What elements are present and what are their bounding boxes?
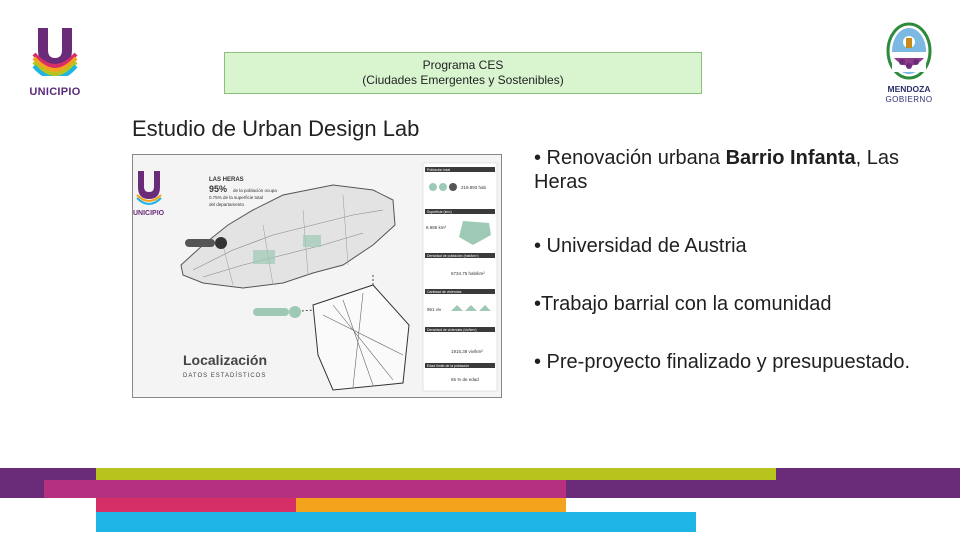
mendoza-logo: MENDOZA GOBIERNO bbox=[880, 22, 938, 108]
mendoza-sub: GOBIERNO bbox=[885, 95, 933, 104]
bullet-renovation-strong: Barrio Infanta bbox=[725, 147, 856, 169]
bullet-renovation: • Renovación urbana Barrio Infanta, Las … bbox=[534, 146, 934, 194]
bullet-community: •Trabajo barrial con la comunidad bbox=[534, 293, 832, 315]
sidebar-header-5: Densidad de viviendas (viv/km²) bbox=[427, 328, 477, 332]
poster-heading-rest1: de la población ocupa bbox=[233, 188, 277, 193]
sidebar-header-6: Edad límite de la población bbox=[427, 364, 469, 368]
sidebar-header-3: Densidad de población (hab/km²) bbox=[427, 254, 479, 258]
bullet-renovation-prefix: • Renovación urbana bbox=[534, 147, 726, 169]
sidebar-value-4: 961 viv bbox=[427, 307, 442, 312]
sidebar-value-6: 65 % de edad bbox=[451, 377, 479, 382]
sidebar-value-1: 219.893 hab bbox=[461, 185, 487, 190]
poster-brand: UNICIPIO bbox=[133, 210, 165, 217]
banner-title: Programa CES bbox=[422, 58, 504, 72]
bullet-university: • Universidad de Austria bbox=[534, 235, 747, 257]
sidebar-value-5: 1915,38 viv/km² bbox=[451, 349, 483, 354]
ces-program-banner: Programa CES (Ciudades Emergentes y Sost… bbox=[224, 52, 702, 94]
study-title: Estudio de Urban Design Lab bbox=[132, 116, 420, 141]
poster-heading-pct: 95% bbox=[209, 184, 227, 194]
mendoza-name: MENDOZA bbox=[887, 84, 931, 94]
poster-sidebar: Población total 219.893 hab Superficie (… bbox=[422, 162, 498, 392]
stripe-orange bbox=[296, 498, 566, 512]
localization-poster: UNICIPIO LAS HERAS 95% de la población o… bbox=[132, 154, 502, 398]
unicipio-u-icon bbox=[32, 28, 78, 76]
bullet-preproject: • Pre-proyecto finalizado y presupuestad… bbox=[534, 351, 911, 373]
poster-graphic: UNICIPIO LAS HERAS 95% de la población o… bbox=[133, 155, 501, 397]
poster-heading-rest3: del departamento bbox=[209, 202, 245, 207]
sidebar-header-4: Cantidad de viviendas bbox=[427, 290, 462, 294]
poster-heading-rest2: 0.75% de la superficie total bbox=[209, 195, 263, 200]
stripe-lime bbox=[96, 468, 776, 480]
sidebar-value-3: 6734.75 hab/km² bbox=[451, 271, 485, 276]
banner-subtitle: (Ciudades Emergentes y Sostenibles) bbox=[362, 73, 564, 87]
sidebar-header-2: Superficie (km²) bbox=[427, 210, 452, 214]
unicipio-wordmark: UNICIPIO bbox=[29, 86, 81, 98]
sidebar-value-2: 8.985 km² bbox=[426, 225, 447, 230]
poster-subtitle: DATOS ESTADÍSTICOS bbox=[183, 372, 266, 379]
poster-heading-line1: LAS HERAS bbox=[209, 177, 244, 183]
stripe-cyan bbox=[96, 512, 696, 532]
unicipio-logo: UNICIPIO bbox=[22, 24, 88, 104]
poster-title: Localización bbox=[183, 352, 267, 368]
sidebar-header-1: Población total bbox=[427, 168, 450, 172]
stripe-pink bbox=[96, 498, 296, 512]
stripe-magenta bbox=[44, 480, 566, 498]
mendoza-seal-icon bbox=[886, 22, 932, 80]
